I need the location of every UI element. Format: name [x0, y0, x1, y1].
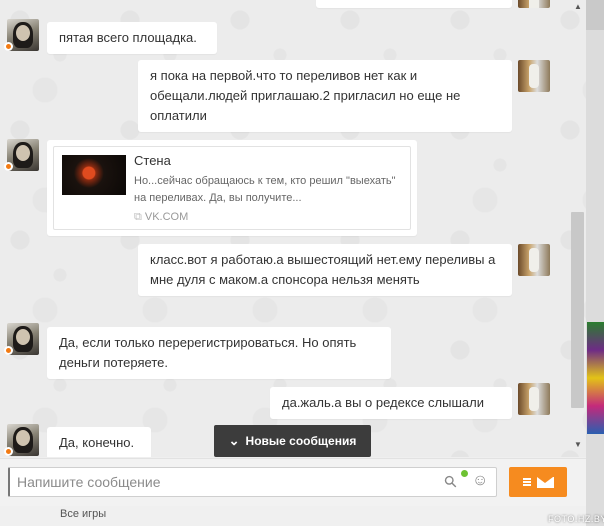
page-background-strip — [586, 0, 604, 526]
link-title[interactable]: Стена — [134, 153, 171, 168]
link-thumbnail[interactable] — [62, 155, 126, 195]
new-messages-label: Новые сообщения — [245, 434, 357, 448]
bottom-bar: Все игры FOTO.HZ.BY — [0, 506, 604, 526]
outgoing-message: да.жаль.а вы о редексе слышали — [270, 387, 512, 419]
my-avatar[interactable] — [518, 60, 550, 92]
all-games-link[interactable]: Все игры — [60, 508, 106, 520]
header-fragment — [586, 0, 604, 30]
scroll-down-arrow-icon[interactable]: ▼ — [574, 440, 582, 449]
send-button[interactable] — [509, 467, 567, 497]
my-avatar[interactable] — [518, 244, 550, 276]
message-text: Да, конечно. — [59, 435, 135, 450]
scrollbar-thumb[interactable] — [571, 212, 584, 408]
message-composer: ⚲ ☺ — [0, 458, 586, 506]
online-status-icon — [4, 162, 13, 171]
send-speed-lines-icon — [522, 481, 531, 483]
external-link-icon: ⧉ — [134, 211, 142, 223]
incoming-message: пятая всего площадка. — [47, 22, 217, 54]
message-text: пятая всего площадка. — [59, 30, 197, 45]
online-status-icon — [4, 42, 13, 51]
message-text: да.жаль.а вы о редексе слышали — [282, 395, 484, 410]
outgoing-message: я пока на первой.что то переливов нет ка… — [138, 60, 512, 132]
link-source[interactable]: ⧉ VK.COM — [134, 211, 188, 224]
new-messages-button[interactable]: ⌄ Новые сообщения — [214, 425, 371, 457]
scroll-up-arrow-icon[interactable]: ▲ — [574, 2, 582, 11]
link-preview-card[interactable]: Стена Но...сейчас обращаюсь к тем, кто р… — [53, 146, 411, 230]
message-bubble-partial — [316, 0, 512, 8]
outgoing-message: класс.вот я работаю.а вышестоящий нет.ем… — [138, 244, 512, 296]
chat-scrollbar[interactable]: ▲ ▼ — [570, 0, 586, 457]
online-status-icon — [4, 346, 13, 355]
side-banner-image — [587, 322, 604, 434]
incoming-message: Да, если только перерегистрироваться. Но… — [47, 327, 391, 379]
chevron-down-icon: ⌄ — [228, 433, 240, 448]
send-envelope-icon — [536, 476, 554, 488]
message-text: я пока на первой.что то переливов нет ка… — [150, 68, 461, 123]
online-status-icon — [4, 447, 13, 456]
incoming-message: Да, конечно. — [47, 427, 151, 457]
link-description: Но...сейчас обращаюсь к тем, кто решил "… — [134, 175, 396, 204]
message-input[interactable] — [8, 467, 497, 497]
my-avatar — [518, 0, 550, 8]
link-source-domain: VK.COM — [144, 211, 189, 223]
watermark: FOTO.HZ.BY — [548, 514, 604, 524]
message-text: класс.вот я работаю.а вышестоящий нет.ем… — [150, 252, 496, 287]
message-text: Да, если только перерегистрироваться. Но… — [59, 335, 357, 370]
attachment-indicator-icon — [461, 470, 468, 477]
chat-message-area[interactable]: пятая всего площадка. я пока на первой.ч… — [0, 0, 586, 457]
my-avatar[interactable] — [518, 383, 550, 415]
smile-icon[interactable]: ☺ — [472, 472, 488, 490]
